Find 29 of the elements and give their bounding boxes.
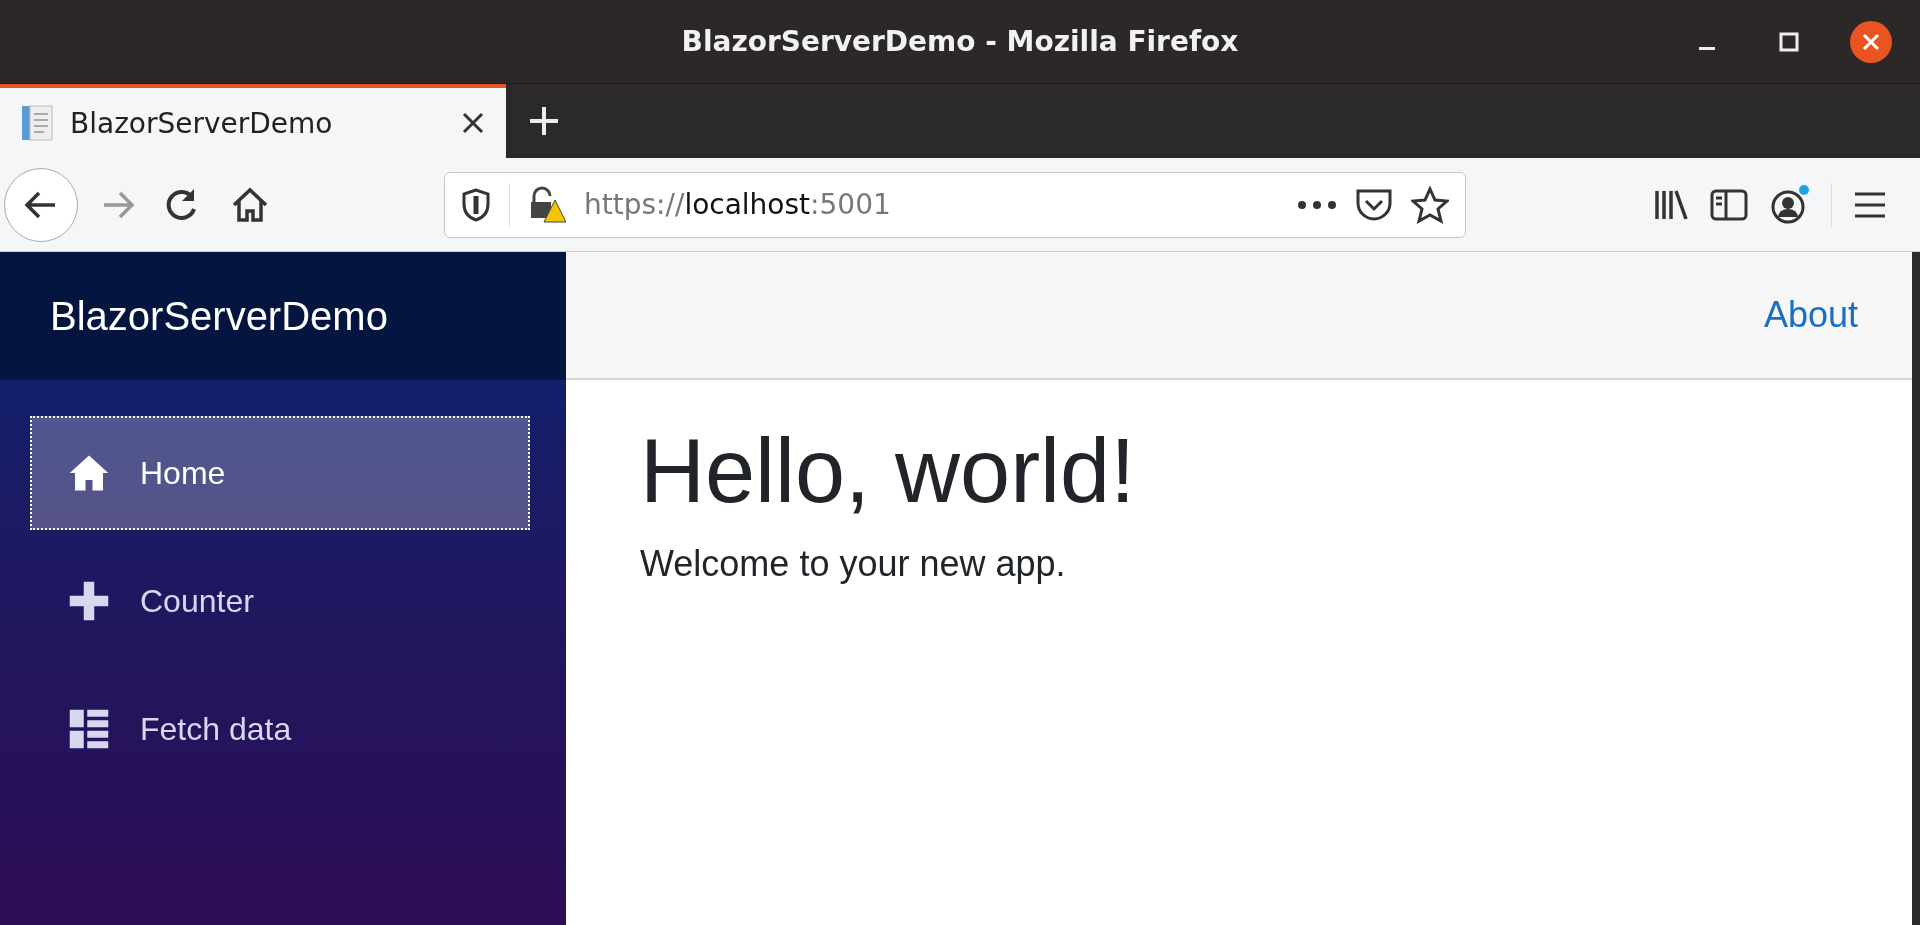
brand-title[interactable]: BlazorServerDemo	[50, 293, 388, 339]
star-icon[interactable]	[1411, 185, 1449, 224]
new-tab-icon[interactable]	[528, 105, 560, 137]
lock-warning-icon	[528, 185, 566, 224]
maximize-icon[interactable]	[1778, 30, 1800, 53]
page-heading: Hello, world!	[640, 420, 1137, 523]
welcome-text: Welcome to your new app.	[640, 543, 1067, 585]
nav-item[interactable]: Counter	[30, 544, 530, 658]
nav-label: Home	[140, 454, 226, 492]
list-icon	[68, 708, 110, 750]
close-button[interactable]	[1850, 20, 1892, 63]
page-icon	[20, 104, 54, 142]
shield-icon	[461, 187, 491, 222]
account-icon[interactable]	[1769, 183, 1811, 226]
nav-label: Fetch data	[140, 710, 292, 748]
address-bar[interactable]: https://localhost:5001	[444, 171, 1466, 238]
sidebar-icon[interactable]	[1709, 187, 1749, 222]
library-icon[interactable]	[1653, 187, 1689, 222]
browser-tab[interactable]: BlazorServerDemo	[0, 84, 506, 158]
nav-label: Counter	[140, 582, 254, 620]
url-text: https://localhost:5001	[584, 188, 892, 221]
window-title: BlazorServerDemo - Mozilla Firefox	[681, 25, 1239, 58]
nav-item[interactable]: Fetch data	[30, 672, 530, 786]
top-link[interactable]: About	[1763, 294, 1858, 336]
tab-title: BlazorServerDemo	[70, 106, 334, 140]
plus-icon	[68, 580, 110, 622]
more-icon[interactable]	[1297, 199, 1337, 210]
nav-item[interactable]: Home	[30, 416, 530, 530]
close-tab-icon[interactable]	[460, 110, 486, 136]
